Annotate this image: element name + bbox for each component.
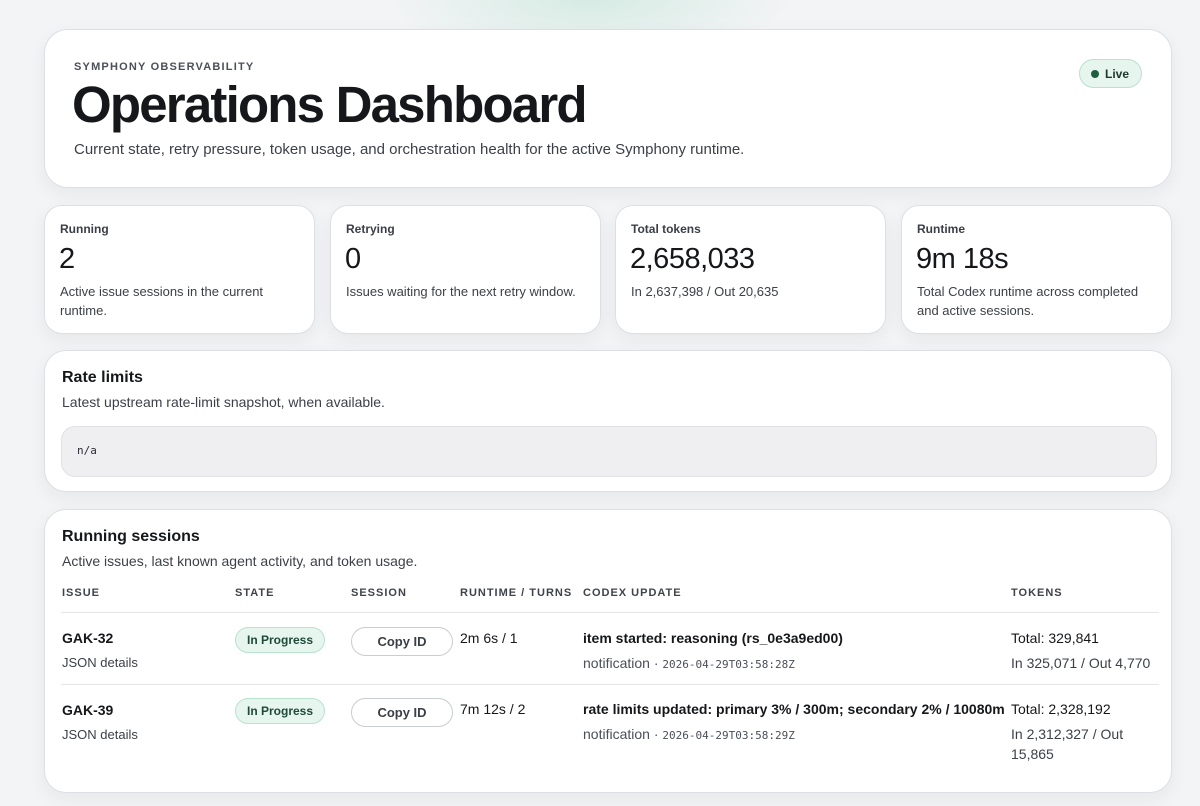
tokens-in-out: In 325,071 / Out 4,770	[1011, 655, 1151, 671]
json-details-link[interactable]: JSON details	[62, 655, 138, 670]
runtime-turns: 7m 12s / 2	[460, 701, 526, 717]
page-subtitle: Current state, retry pressure, token usa…	[74, 141, 745, 158]
metric-label: Total tokens	[631, 222, 701, 236]
column-header-state: STATE	[235, 587, 275, 599]
update-message: rate limits updated: primary 3% / 300m; …	[583, 701, 1005, 717]
sessions-subtitle: Active issues, last known agent activity…	[62, 553, 418, 569]
tokens-in-out: In 2,312,327 / Out 15,865	[1011, 726, 1124, 762]
rate-limits-subtitle: Latest upstream rate-limit snapshot, whe…	[62, 394, 385, 410]
update-timestamp: 2026-04-29T03:58:29Z	[662, 729, 795, 742]
rate-limits-snapshot: n/a	[61, 426, 1157, 477]
metric-card-running: Running 2 Active issue sessions in the c…	[44, 205, 315, 334]
update-kind: notification	[583, 726, 650, 742]
metric-card-total-tokens: Total tokens 2,658,033 In 2,637,398 / Ou…	[615, 205, 886, 334]
tokens-cell: Total: 2,328,192 In 2,312,327 / Out 15,8…	[1011, 701, 1161, 764]
table-divider	[61, 612, 1159, 613]
tokens-total: Total: 329,841	[1011, 630, 1099, 646]
rate-limits-title: Rate limits	[62, 369, 143, 386]
live-status-badge: Live	[1078, 59, 1142, 88]
session-cell: Copy ID	[351, 627, 453, 656]
column-header-session: SESSION	[351, 587, 407, 599]
issue-cell: GAK-39 JSON details	[62, 702, 138, 742]
column-header-tokens: TOKENS	[1011, 587, 1063, 599]
eyebrow-label: SYMPHONY OBSERVABILITY	[74, 61, 255, 73]
metric-detail: In 2,637,398 / Out 20,635	[631, 284, 779, 299]
column-header-runtime: RUNTIME / TURNS	[460, 587, 573, 599]
state-cell: In Progress	[235, 698, 326, 724]
metric-detail: Total Codex runtime across completed and…	[917, 284, 1139, 318]
metric-card-runtime: Runtime 9m 18s Total Codex runtime acros…	[901, 205, 1172, 334]
column-header-issue: ISSUE	[62, 587, 101, 599]
running-sessions-panel: Running sessions Active issues, last kno…	[44, 509, 1172, 793]
issue-identifier[interactable]: GAK-32	[62, 630, 138, 646]
tokens-total: Total: 2,328,192	[1011, 701, 1111, 717]
json-details-link[interactable]: JSON details	[62, 727, 138, 742]
metric-card-retrying: Retrying 0 Issues waiting for the next r…	[330, 205, 601, 334]
issue-cell: GAK-32 JSON details	[62, 630, 138, 670]
runtime-turns: 2m 6s / 1	[460, 630, 518, 646]
update-message: item started: reasoning (rs_0e3a9ed00)	[583, 630, 843, 646]
metric-value: 9m 18s	[916, 243, 1009, 275]
codex-update-cell: rate limits updated: primary 3% / 300m; …	[583, 701, 1005, 742]
issue-identifier[interactable]: GAK-39	[62, 702, 138, 718]
update-timestamp: 2026-04-29T03:58:28Z	[662, 658, 795, 671]
sessions-title: Running sessions	[62, 528, 200, 545]
copy-id-button[interactable]: Copy ID	[351, 627, 453, 656]
metric-value: 2	[59, 243, 75, 275]
update-meta: notification · 2026-04-29T03:58:28Z	[583, 655, 795, 671]
codex-update-cell: item started: reasoning (rs_0e3a9ed00) n…	[583, 630, 843, 671]
copy-id-button[interactable]: Copy ID	[351, 698, 453, 727]
dashboard-header: SYMPHONY OBSERVABILITY Operations Dashbo…	[44, 29, 1172, 188]
session-cell: Copy ID	[351, 698, 453, 727]
tokens-cell: Total: 329,841 In 325,071 / Out 4,770	[1011, 630, 1161, 673]
update-kind: notification	[583, 655, 650, 671]
state-badge: In Progress	[235, 698, 326, 724]
live-dot-icon	[1090, 69, 1099, 78]
update-meta: notification · 2026-04-29T03:58:29Z	[583, 726, 795, 742]
metric-value: 0	[345, 243, 361, 275]
rate-limits-panel: Rate limits Latest upstream rate-limit s…	[44, 350, 1172, 492]
metric-value: 2,658,033	[630, 243, 755, 275]
metric-label: Retrying	[346, 222, 395, 236]
page-title: Operations Dashboard	[72, 76, 588, 133]
state-cell: In Progress	[235, 627, 326, 653]
metric-detail: Active issue sessions in the current run…	[60, 284, 264, 318]
column-header-codex-update: CODEX UPDATE	[583, 587, 682, 599]
table-divider	[61, 684, 1159, 685]
live-status-label: Live	[1104, 66, 1129, 81]
metric-label: Running	[60, 222, 109, 236]
state-badge: In Progress	[235, 627, 326, 653]
metric-detail: Issues waiting for the next retry window…	[346, 284, 576, 299]
metric-label: Runtime	[917, 222, 965, 236]
